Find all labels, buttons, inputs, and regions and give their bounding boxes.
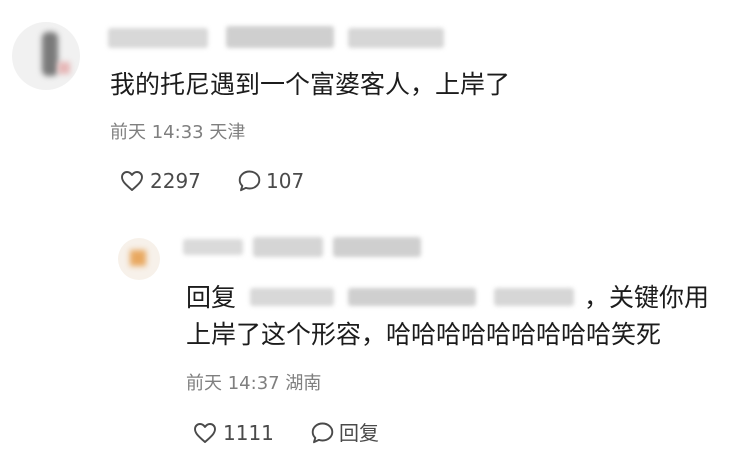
- heart-outline-icon: [120, 170, 144, 192]
- reply-text-tail: ，关键你用: [583, 283, 709, 312]
- comment-text: 我的托尼遇到一个富婆客人，上岸了: [110, 70, 511, 99]
- reply-avatar[interactable]: [118, 238, 160, 280]
- reply-text-line1: 回复 ，关键你用: [186, 283, 726, 313]
- like-count: 2297: [150, 169, 201, 193]
- speech-bubble-icon: [310, 421, 335, 445]
- reply-like-button[interactable]: 1111: [193, 421, 274, 445]
- reply-like-count: 1111: [223, 421, 274, 445]
- reply-text-line2: 上岸了这个形容，哈哈哈哈哈哈哈哈哈笑死: [186, 320, 662, 349]
- comment-meta: 前天 14:33 天津: [110, 122, 245, 144]
- reply-button[interactable]: 回复: [310, 421, 379, 445]
- reply-target-blurred[interactable]: [244, 284, 584, 310]
- reply-meta: 前天 14:37 湖南: [186, 373, 321, 395]
- reply-count: 107: [266, 169, 305, 193]
- comment-time: 前天 14:33: [110, 122, 204, 143]
- speech-bubble-icon: [237, 169, 262, 193]
- reply-count-button[interactable]: 107: [237, 169, 304, 193]
- reply-time: 前天 14:37: [186, 373, 280, 394]
- reply-location: 湖南: [285, 373, 322, 394]
- avatar[interactable]: [12, 22, 80, 90]
- heart-outline-icon: [193, 422, 217, 444]
- reply-prefix: 回复: [186, 283, 237, 312]
- like-button[interactable]: 2297: [120, 169, 201, 193]
- comment-location: 天津: [209, 122, 246, 143]
- reply-username-blurred[interactable]: [183, 233, 423, 259]
- username-blurred[interactable]: [108, 22, 448, 52]
- reply-label: 回复: [339, 421, 379, 445]
